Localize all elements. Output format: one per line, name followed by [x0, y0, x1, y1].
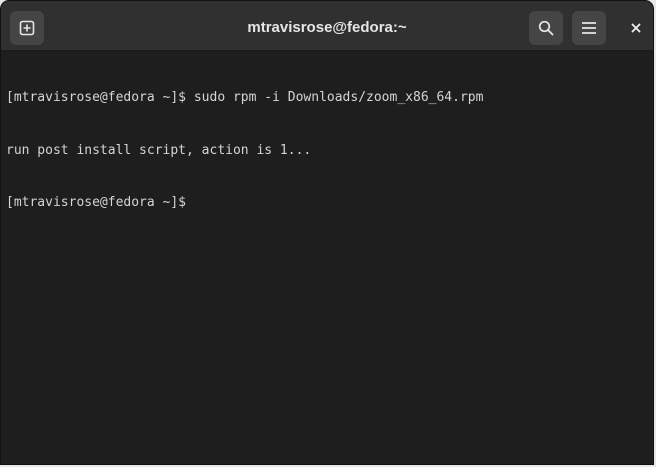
terminal-output-area[interactable]: [mtravisrose@fedora ~]$ sudo rpm -i Down… [1, 51, 653, 464]
terminal-prompt-line: [mtravisrose@fedora ~]$ [6, 195, 194, 210]
hamburger-menu-icon [581, 21, 597, 35]
search-button[interactable] [529, 11, 563, 45]
terminal-line: run post install script, action is 1... [6, 142, 312, 158]
header-bar: mtravisrose@fedora:~ [1, 1, 653, 51]
terminal-window: mtravisrose@fedora:~ [mtravisrose@fedora… [0, 0, 654, 465]
close-button[interactable] [625, 18, 647, 40]
main-menu-button[interactable] [572, 11, 606, 45]
close-icon [631, 20, 641, 38]
search-icon [538, 20, 554, 36]
terminal-line: [mtravisrose@fedora ~]$ sudo rpm -i Down… [6, 90, 484, 105]
